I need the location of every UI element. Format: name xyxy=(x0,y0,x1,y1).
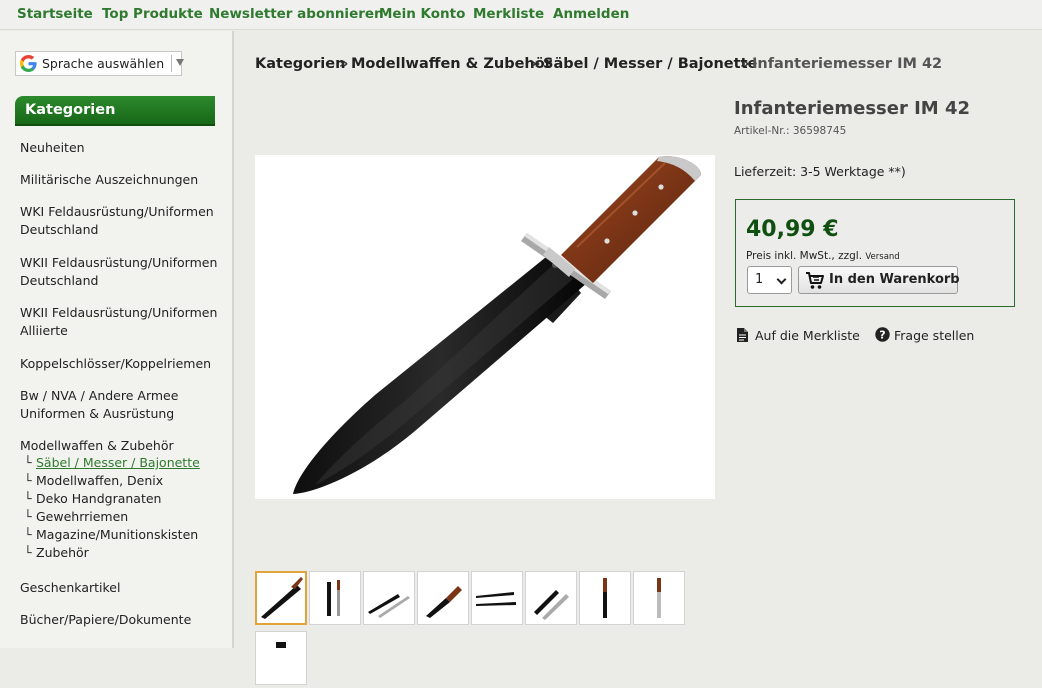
breadcrumb-separator: » xyxy=(339,56,349,72)
sidebar-subitem-label: Deko Handgranaten xyxy=(36,491,162,506)
nav-mein-konto[interactable]: Mein Konto xyxy=(379,6,465,22)
product-image[interactable] xyxy=(255,155,715,499)
thumbnail[interactable] xyxy=(417,571,469,625)
cart-icon xyxy=(806,272,824,289)
breadcrumb-separator: » xyxy=(531,56,541,72)
breadcrumb-item-modellwaffen[interactable]: Modellwaffen & Zubehör xyxy=(351,56,552,72)
language-divider xyxy=(171,55,172,72)
sidebar-item-koppelschloesser[interactable]: Koppelschlösser/Koppelriemen xyxy=(20,355,225,373)
thumbnail[interactable] xyxy=(579,571,631,625)
shipping-link[interactable]: Versand xyxy=(865,252,899,262)
language-selector[interactable]: Sprache auswählen xyxy=(15,51,184,76)
knife-thumbnail-image xyxy=(476,592,516,606)
knife-thumbnail-image xyxy=(603,578,607,618)
nav-top-produkte[interactable]: Top Produkte xyxy=(102,6,203,22)
knife-thumbnail-image xyxy=(657,578,661,618)
knife-image xyxy=(293,156,701,494)
tree-branch-icon: └ xyxy=(24,473,32,488)
sidebar-item-modellwaffen[interactable]: Modellwaffen & Zubehör xyxy=(20,437,225,455)
product-title: Infanteriemesser IM 42 xyxy=(734,98,971,119)
add-to-cart-label: In den Warenkorb xyxy=(829,272,960,287)
sidebar-item-geschenkartikel[interactable]: Geschenkartikel xyxy=(20,579,225,597)
question-icon: ? xyxy=(875,327,890,342)
sidebar-item-buecher[interactable]: Bücher/Papiere/Dokumente xyxy=(20,611,225,629)
breadcrumb-separator: » xyxy=(740,56,750,72)
chevron-down-icon xyxy=(776,274,787,285)
top-navigation: Startseite Top Produkte Newsletter abonn… xyxy=(0,0,1042,30)
category-heading: Kategorien xyxy=(15,96,215,126)
knife-thumbnail-image xyxy=(327,580,340,616)
knife-thumbnail-image xyxy=(426,586,462,618)
knife-thumbnail-image xyxy=(534,590,569,620)
sidebar-subitem-denix[interactable]: └ Modellwaffen, Denix xyxy=(24,473,163,488)
thumbnail[interactable] xyxy=(363,571,415,625)
delivery-time: Lieferzeit: 3-5 Werktage **) xyxy=(734,164,906,179)
sidebar-subitem-saebel[interactable]: └ Säbel / Messer / Bajonette xyxy=(24,455,200,470)
svg-text:?: ? xyxy=(879,329,885,342)
knife-thumbnail-image xyxy=(368,594,410,618)
document-icon xyxy=(737,328,748,342)
sidebar-subitem-gewehrriemen[interactable]: └ Gewehrriemen xyxy=(24,509,128,524)
sidebar-subitem-label: Modellwaffen, Denix xyxy=(36,473,164,488)
thumbnail[interactable] xyxy=(309,571,361,625)
sidebar-subitem-label: Gewehrriemen xyxy=(36,509,129,524)
thumbnail[interactable] xyxy=(525,571,577,625)
sidebar-item-wki[interactable]: WKI Feldausrüstung/Uniformen Deutschland xyxy=(20,203,225,239)
sidebar-subitem-label: Säbel / Messer / Bajonette xyxy=(36,455,200,470)
sidebar-item-auszeichnungen[interactable]: Militärische Auszeichnungen xyxy=(20,171,225,189)
tree-branch-icon: └ xyxy=(24,455,32,470)
google-icon xyxy=(20,55,37,72)
tree-branch-icon: └ xyxy=(24,527,32,542)
article-number: Artikel-Nr.: 36598745 xyxy=(734,125,847,137)
sidebar-item-neuheiten[interactable]: Neuheiten xyxy=(20,139,225,157)
sidebar-subitem-magazine[interactable]: └ Magazine/Munitionskisten xyxy=(24,527,198,542)
ask-question-label: Frage stellen xyxy=(894,328,975,343)
sidebar-item-bw-nva[interactable]: Bw / NVA / Andere Armee Uniformen & Ausr… xyxy=(20,387,225,423)
sidebar-subitem-label: Magazine/Munitionskisten xyxy=(36,527,199,542)
nav-merkliste[interactable]: Merkliste xyxy=(473,6,544,22)
thumbnail[interactable] xyxy=(255,571,307,625)
breadcrumb-item-saebel[interactable]: Säbel / Messer / Bajonette xyxy=(543,56,757,72)
tree-branch-icon: └ xyxy=(24,545,32,560)
tree-branch-icon: └ xyxy=(24,491,32,506)
product-price: 40,99 € xyxy=(746,217,839,242)
thumbnail[interactable] xyxy=(255,631,307,685)
sidebar-subitem-zubehoer[interactable]: └ Zubehör xyxy=(24,545,89,560)
thumbnail[interactable] xyxy=(633,571,685,625)
sidebar-item-wkii-deutschland[interactable]: WKII Feldausrüstung/Uniformen Deutschlan… xyxy=(20,254,225,290)
language-label: Sprache auswählen xyxy=(42,56,165,71)
vat-note: Preis inkl. MwSt., zzgl. Versand xyxy=(746,250,900,262)
sidebar-subitem-label: Zubehör xyxy=(36,545,89,560)
price-box: 40,99 € Preis inkl. MwSt., zzgl. Versand… xyxy=(735,199,1015,307)
breadcrumb-current: Infanteriemesser IM 42 xyxy=(752,56,943,72)
dropdown-arrow-icon xyxy=(176,59,184,66)
quantity-value: 1 xyxy=(755,272,764,287)
thumbnail[interactable] xyxy=(471,571,523,625)
vat-note-text: Preis inkl. MwSt., zzgl. xyxy=(746,250,863,262)
wishlist-label: Auf die Merkliste xyxy=(755,328,860,343)
nav-anmelden[interactable]: Anmelden xyxy=(553,6,629,22)
quantity-select[interactable]: 1 xyxy=(747,266,792,294)
nav-startseite[interactable]: Startseite xyxy=(17,6,93,22)
tree-branch-icon: └ xyxy=(24,509,32,524)
sidebar-item-wkii-alliierte[interactable]: WKII Feldausrüstung/Uniformen Alliierte xyxy=(20,304,225,340)
knife-thumbnail-image xyxy=(261,577,303,619)
add-to-cart-button[interactable]: In den Warenkorb xyxy=(798,266,960,294)
sidebar-subitem-handgranaten[interactable]: └ Deko Handgranaten xyxy=(24,491,161,506)
breadcrumb-item-kategorien[interactable]: Kategorien xyxy=(255,56,345,72)
knife-thumbnail-image xyxy=(276,642,286,648)
nav-newsletter[interactable]: Newsletter abonnieren xyxy=(209,6,384,22)
